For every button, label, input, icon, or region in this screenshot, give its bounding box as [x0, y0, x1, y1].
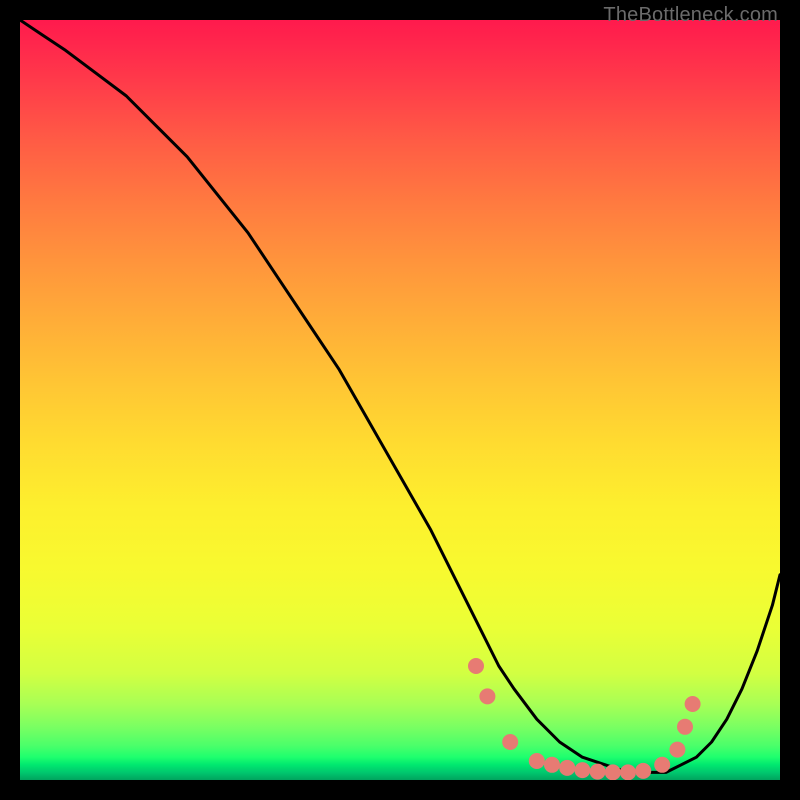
curve-marker	[605, 764, 621, 780]
curve-svg	[20, 20, 780, 780]
curve-marker	[502, 734, 518, 750]
curve-marker	[590, 764, 606, 780]
curve-marker	[468, 658, 484, 674]
watermark-text: TheBottleneck.com	[603, 4, 778, 27]
curve-marker	[654, 757, 670, 773]
plot-area	[20, 20, 780, 780]
curve-marker	[620, 764, 636, 780]
bottleneck-curve	[20, 20, 780, 772]
curve-marker	[574, 762, 590, 778]
curve-marker	[559, 760, 575, 776]
curve-markers	[468, 658, 701, 780]
curve-marker	[544, 757, 560, 773]
curve-marker	[479, 688, 495, 704]
curve-marker	[669, 742, 685, 758]
chart-container: TheBottleneck.com	[0, 0, 800, 800]
curve-marker	[529, 753, 545, 769]
curve-marker	[677, 719, 693, 735]
curve-marker	[685, 696, 701, 712]
curve-marker	[635, 763, 651, 779]
